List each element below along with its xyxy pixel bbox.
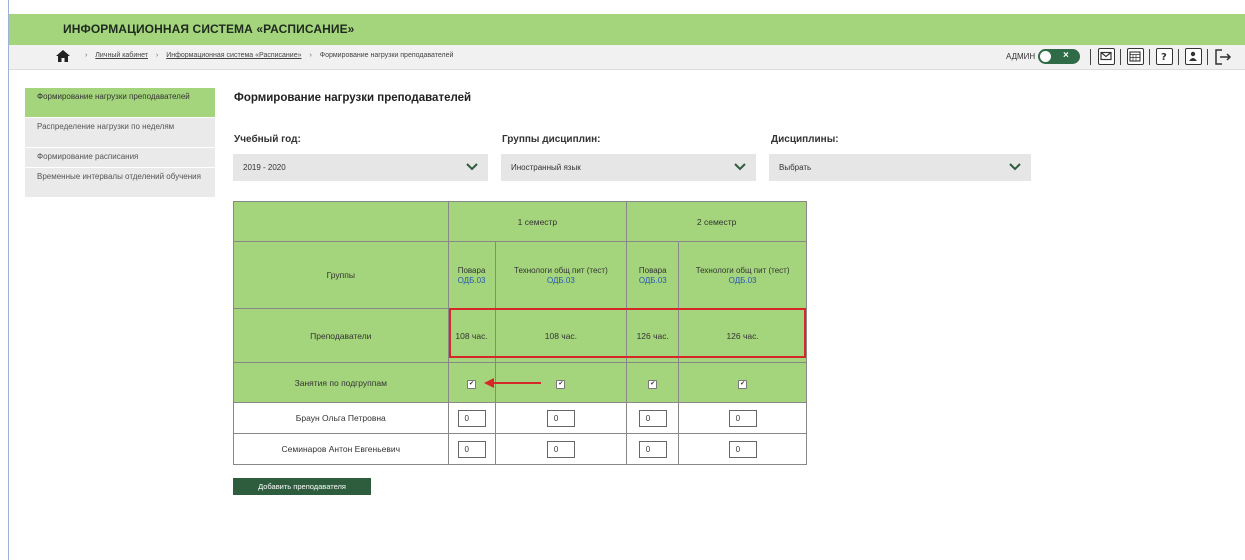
app-window: ИНФОРМАЦИОННАЯ СИСТЕМА «РАСПИСАНИЕ» › Ли… [8,0,1245,560]
hours-input[interactable]: 0 [638,440,667,458]
discipline-code-link[interactable]: ОДБ.03 [679,276,806,285]
toolbar-divider [1149,49,1150,65]
hours-input[interactable]: 0 [457,440,486,458]
toggle-knob [1040,51,1051,62]
groups-row: Группы Повара ОДБ.03 Технологи общ пит (т… [233,241,807,309]
chevron-down-icon [1009,163,1021,173]
discipline-code-link[interactable]: ОДБ.03 [627,276,678,285]
sidebar-item-weekly-distribution[interactable]: Распределение нагрузки по неделям [25,118,215,148]
hours-input[interactable]: 0 [457,409,486,427]
svg-text:?: ? [1161,52,1167,62]
breadcrumb-link-cabinet[interactable]: Личный кабинет [95,52,148,59]
breadcrumb: › Личный кабинет › Информационная систем… [79,52,453,59]
logout-icon[interactable] [1214,48,1232,71]
hours-input-cell: 0 [494,433,628,465]
breadcrumb-link-system[interactable]: Информационная система «Расписание» [166,52,301,59]
group-filter-label: Группы дисциплин: [502,134,601,145]
teachers-row-label: Преподаватели [233,308,449,363]
top-header: ИНФОРМАЦИОННАЯ СИСТЕМА «РАСПИСАНИЕ» [9,14,1245,45]
group-select-value: Иностранный язык [511,163,581,172]
group-cell: Технологи общ пит (тест) ОДБ.03 [678,241,807,309]
groups-row-label: Группы [233,241,449,309]
year-select[interactable]: 2019 - 2020 [233,154,488,181]
subgroup-checkbox[interactable]: ✔ [738,379,748,389]
group-cell: Повара ОДБ.03 [447,241,496,309]
user-label: АДМИН [1006,52,1036,61]
mail-icon[interactable] [1098,48,1115,65]
hours-input[interactable]: 0 [728,409,757,427]
chevron-right-icon: › [309,52,312,59]
toolbar-divider [1120,49,1121,65]
close-icon: × [1063,50,1069,61]
header-corner [233,201,449,242]
home-icon[interactable] [55,49,71,68]
app-title: ИНФОРМАЦИОННАЯ СИСТЕМА «РАСПИСАНИЕ» [63,22,355,36]
sidebar: Формирование нагрузки преподавателей Рас… [25,88,215,198]
breadcrumb-current: Формирование нагрузки преподавателей [319,52,454,59]
hours-input[interactable]: 0 [728,440,757,458]
group-cell: Повара ОДБ.03 [626,241,680,309]
add-teacher-button[interactable]: Добавить преподавателя [233,478,371,495]
discipline-select[interactable]: Выбрать [769,154,1031,181]
discipline-code-link[interactable]: ОДБ.03 [449,276,495,285]
toolbar-divider [1207,49,1208,65]
subgroup-cell: ✔ [678,362,807,403]
hours-input-cell: 0 [678,402,807,434]
hours-input[interactable]: 0 [638,409,667,427]
arrow-left-icon [483,376,543,394]
subgroup-checkbox[interactable]: ✔ [467,379,477,389]
sidebar-item-teacher-load[interactable]: Формирование нагрузки преподавателей [25,88,215,118]
group-name: Повара [457,266,486,275]
help-icon[interactable]: ? [1156,48,1173,65]
subgroup-checkbox[interactable]: ✔ [556,379,566,389]
hours-input[interactable]: 0 [546,409,575,427]
hours-input-cell: 0 [678,433,807,465]
teacher-name: Семинаров Антон Евгеньевич [233,433,449,465]
group-cell: Технологи общ пит (тест) ОДБ.03 [494,241,628,309]
toolbar-divider [1178,49,1179,65]
calendar-icon[interactable] [1127,48,1144,65]
table-row: Семинаров Антон Евгеньевич 0 0 0 0 [233,433,807,465]
sidebar-item-label: Временные интервалы отделений обучения [37,172,201,181]
sidebar-item-time-intervals[interactable]: Временные интервалы отделений обучения [25,168,215,198]
hours-highlight-box [449,308,806,358]
toolbar-divider [1090,49,1091,65]
group-name: Технологи общ пит (тест) [695,266,790,275]
semester-header-row: 1 семестр 2 семестр [233,201,807,242]
user-toggle[interactable]: × [1038,49,1080,64]
chevron-down-icon [466,163,478,173]
year-filter-label: Учебный год: [234,134,301,145]
hours-input-cell: 0 [626,433,680,465]
table-row: Браун Ольга Петровна 0 0 0 0 [233,402,807,434]
teacher-name: Браун Ольга Петровна [233,402,449,434]
hours-input-cell: 0 [447,433,496,465]
profile-icon[interactable] [1185,48,1202,65]
semester-1-header: 1 семестр [447,201,628,242]
discipline-code-link[interactable]: ОДБ.03 [496,276,627,285]
group-select[interactable]: Иностранный язык [501,154,756,181]
discipline-filter-label: Дисциплины: [771,134,839,145]
chevron-right-icon: › [85,52,88,59]
chevron-down-icon [734,163,746,173]
year-select-value: 2019 - 2020 [243,163,286,172]
sidebar-item-label: Формирование расписания [37,152,139,161]
subgroups-row-label: Занятия по подгруппам [233,362,449,403]
subgroup-cell: ✔ [626,362,680,403]
breadcrumb-bar: › Личный кабинет › Информационная систем… [9,45,1245,70]
discipline-select-value: Выбрать [779,163,812,172]
page-title: Формирование нагрузки преподавателей [234,92,472,104]
hours-input-cell: 0 [447,402,496,434]
sidebar-item-label: Распределение нагрузки по неделям [37,122,175,131]
group-name: Повара [638,266,667,275]
sidebar-item-schedule[interactable]: Формирование расписания [25,148,215,168]
hours-input-cell: 0 [626,402,680,434]
group-name: Технологи общ пит (тест) [514,266,608,275]
sidebar-item-label: Формирование нагрузки преподавателей [37,92,190,101]
hours-input[interactable]: 0 [546,440,575,458]
semester-2-header: 2 семестр [626,201,807,242]
subgroup-checkbox[interactable]: ✔ [648,379,658,389]
hours-input-cell: 0 [494,402,628,434]
chevron-right-icon: › [155,52,159,59]
